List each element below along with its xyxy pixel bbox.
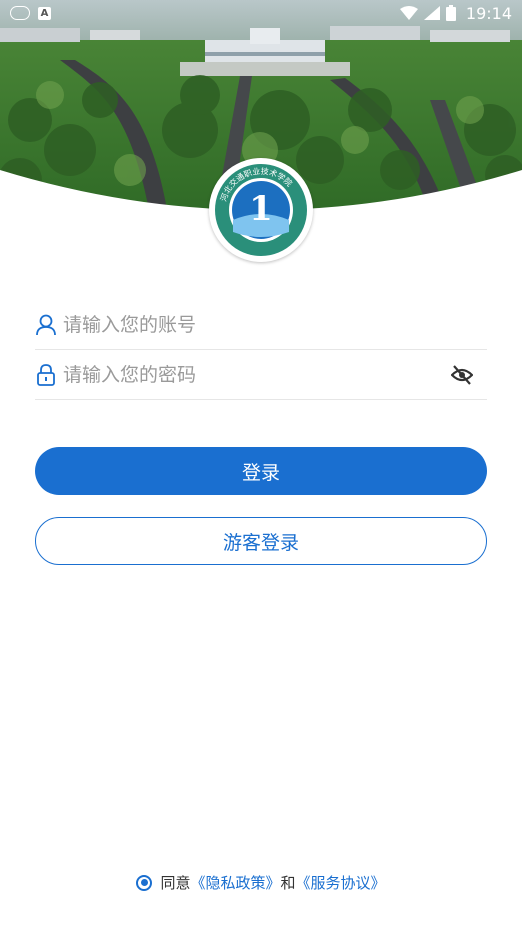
agree-radio-dot [140,879,148,886]
guest-login-button[interactable]: 游客登录 [35,517,487,565]
password-input[interactable] [63,363,449,386]
service-agreement-link[interactable]: 《服务协议》 [296,872,386,893]
notification-badge-icon [10,6,30,20]
college-emblem-icon: 1 河北交通职业技术学院 [215,164,307,256]
agreement-row: 同意 《隐私政策》 和 《服务协议》 [0,872,522,893]
user-icon [35,313,57,337]
agree-conjunction: 和 [280,874,296,892]
account-input[interactable] [63,313,487,336]
emblem-glyph: 1 [249,189,273,229]
agree-radio[interactable] [136,874,153,891]
login-screen: A 19:14 1 河北交通职业技术学院 请输入您的账号 登录 游客登录 同意 … [0,0,522,928]
status-bar: A 19:14 [0,0,522,26]
account-field[interactable] [35,300,487,350]
wifi-icon [399,6,418,20]
status-time: 19:14 [465,3,512,23]
agree-prefix: 同意 [160,874,191,892]
toggle-password-visibility-icon[interactable] [449,362,475,388]
password-field[interactable] [35,350,487,400]
a-notification-icon: A [38,6,51,20]
battery-icon [445,5,456,21]
login-button[interactable]: 登录 [35,447,487,495]
lock-icon [35,363,57,387]
college-logo: 1 河北交通职业技术学院 [209,158,313,262]
signal-icon [423,6,440,20]
privacy-policy-link[interactable]: 《隐私政策》 [190,872,280,893]
